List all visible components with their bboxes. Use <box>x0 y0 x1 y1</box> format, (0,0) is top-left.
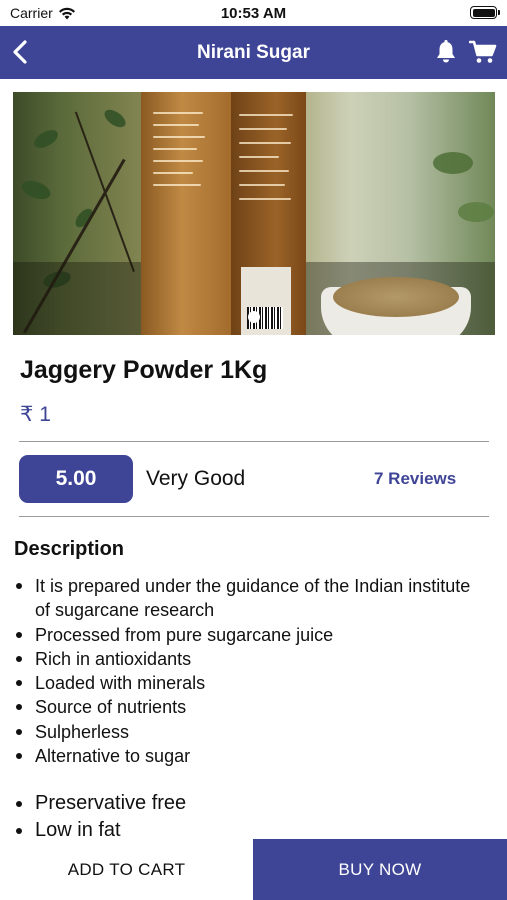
battery-icon <box>470 6 500 19</box>
list-item: Source of nutrients <box>14 695 484 719</box>
product-image-carousel[interactable] <box>13 92 495 335</box>
status-time: 10:53 AM <box>220 5 287 22</box>
divider <box>19 516 489 517</box>
divider <box>19 441 489 442</box>
carousel-indicator[interactable] <box>248 311 260 323</box>
rating-badge: 5.00 <box>19 455 133 503</box>
list-item: Alternative to sugar <box>14 744 484 768</box>
reviews-link[interactable]: 7 Reviews <box>374 469 456 489</box>
description-list: It is prepared under the guidance of the… <box>14 574 484 768</box>
description-list-extra: Preservative free Low in fat <box>14 790 484 844</box>
product-title: Jaggery Powder 1Kg <box>20 356 268 384</box>
buy-now-button[interactable]: BUY NOW <box>253 839 507 900</box>
description-heading: Description <box>14 538 125 560</box>
page-title: Nirani Sugar <box>197 42 310 63</box>
add-to-cart-button[interactable]: ADD TO CART <box>0 839 253 900</box>
product-price: ₹ 1 <box>20 403 51 426</box>
list-item: Loaded with minerals <box>14 671 484 695</box>
bell-icon[interactable] <box>433 39 459 65</box>
list-item: Processed from pure sugarcane juice <box>14 623 484 647</box>
cart-icon[interactable] <box>469 39 497 65</box>
nav-bar: Nirani Sugar <box>0 26 507 79</box>
list-item: Sulpherless <box>14 720 484 744</box>
list-item: Preservative free <box>14 790 484 817</box>
rating-label: Very Good <box>146 467 246 490</box>
action-bar: ADD TO CART BUY NOW <box>0 839 507 900</box>
list-item: Rich in antioxidants <box>14 647 484 671</box>
list-item: It is prepared under the guidance of the… <box>14 574 484 623</box>
status-bar: Carrier 10:53 AM <box>0 0 507 26</box>
